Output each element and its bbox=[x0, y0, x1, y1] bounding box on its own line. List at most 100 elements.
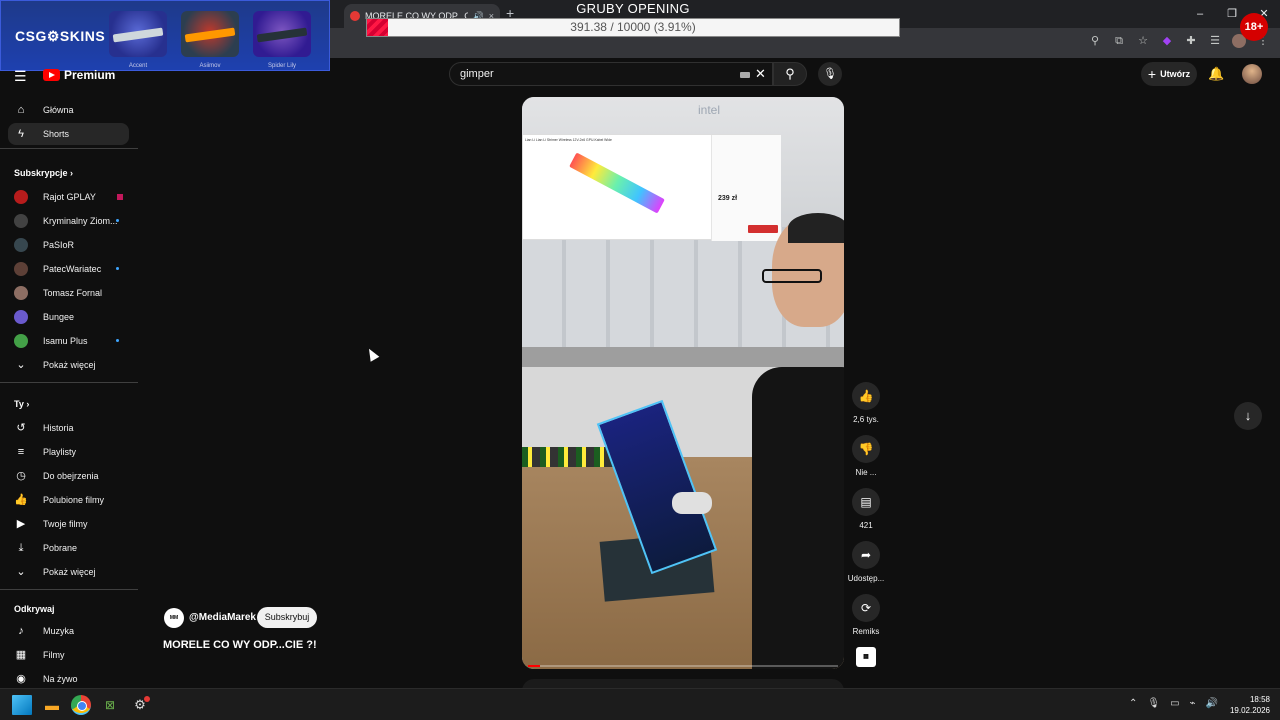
subscriptions-header[interactable]: Subskrypcje › bbox=[14, 168, 73, 178]
sidebar-item-subscription[interactable]: Isamu Plus bbox=[8, 330, 129, 352]
sidebar-item-watch-later[interactable]: ◷ Do obejrzenia bbox=[8, 465, 129, 487]
search-button[interactable]: ⚲ bbox=[773, 62, 807, 86]
clock-date: 19.02.2026 bbox=[1229, 706, 1270, 715]
sidebar-item-liked[interactable]: 👍 Polubione filmy bbox=[8, 489, 129, 511]
reading-list-icon[interactable]: ☰ bbox=[1208, 34, 1222, 48]
sidebar-item-live[interactable]: ◉ Na żywo bbox=[8, 668, 129, 690]
sidebar-item-subscription[interactable]: PatecWariatec bbox=[8, 258, 129, 280]
youtube-logo[interactable]: Premium bbox=[43, 68, 115, 82]
voice-search-button[interactable]: 🎙 bbox=[818, 62, 842, 86]
mic-icon[interactable]: 🎙 bbox=[1147, 698, 1160, 709]
chevron-down-icon: ⌄ bbox=[16, 359, 26, 371]
new-content-dot bbox=[116, 219, 119, 222]
share-arrow-icon: ➦ bbox=[852, 541, 880, 569]
channel-avatar[interactable]: MM bbox=[164, 608, 184, 628]
sidebar-item-downloads[interactable]: ⤓ Pobrane bbox=[8, 537, 129, 559]
puzzle-icon[interactable]: ✚ bbox=[1184, 34, 1198, 48]
extension-icon[interactable]: ◆ bbox=[1160, 34, 1174, 48]
sidebar-item-your-videos[interactable]: ▶ Twoje filmy bbox=[8, 513, 129, 535]
sidebar-show-more[interactable]: ⌄ Pokaż więcej bbox=[8, 354, 129, 376]
short-title[interactable]: MORELE CO WY ODP...CIE ?! bbox=[163, 639, 317, 651]
search-bar[interactable]: gimper ✕ bbox=[449, 62, 773, 86]
sidebar-item-label: Historia bbox=[43, 423, 74, 433]
windows-start-icon[interactable] bbox=[12, 695, 32, 715]
sidebar-item-subscription[interactable]: PaSIoR bbox=[8, 234, 129, 256]
create-button[interactable]: + Utwórz bbox=[1141, 62, 1197, 86]
next-short-button[interactable]: ↓ bbox=[1234, 402, 1262, 430]
sidebar-item-home[interactable]: ⌂ Główna bbox=[8, 99, 129, 121]
sidebar-item-history[interactable]: ↺ Historia bbox=[8, 417, 129, 439]
sidebar-item-label: Na żywo bbox=[43, 674, 78, 684]
video-progress-bar[interactable] bbox=[528, 665, 838, 667]
explore-header: Odkrywaj bbox=[14, 604, 55, 614]
sidebar-item-label: Pobrane bbox=[43, 543, 78, 553]
channel-name[interactable]: @MediaMarek bbox=[189, 612, 256, 623]
network-icon[interactable]: ⌁ bbox=[1190, 698, 1196, 709]
sidebar-item-label: Rajot GPLAY bbox=[43, 192, 96, 202]
sidebar-item-playlists[interactable]: ≡ Playlisty bbox=[8, 441, 129, 463]
new-content-dot bbox=[116, 267, 119, 270]
music-icon: ♪ bbox=[18, 625, 24, 637]
sidebar-item-movies[interactable]: ▦ Filmy bbox=[8, 644, 129, 666]
product-screenshot-overlay: Lian Li Lian Li Strimer Wireless 12V-2x6… bbox=[522, 134, 781, 241]
notification-dot bbox=[144, 696, 150, 702]
live-icon: ◉ bbox=[16, 673, 26, 685]
youtube-favicon-icon bbox=[350, 11, 360, 21]
sidebar-item-music[interactable]: ♪ Muzyka bbox=[8, 620, 129, 642]
sidebar-item-subscription[interactable]: Rajot GPLAY bbox=[8, 186, 129, 208]
search-input[interactable]: gimper bbox=[460, 68, 494, 80]
search-icon: ⚲ bbox=[785, 66, 795, 81]
sidebar-item-label: Twoje filmy bbox=[43, 519, 88, 529]
sidebar-item-label: Filmy bbox=[43, 650, 65, 660]
sidebar-item-label: PatecWariatec bbox=[43, 264, 102, 274]
remix-label: Remiks bbox=[852, 627, 880, 636]
file-explorer-icon[interactable]: ▬ bbox=[42, 695, 62, 715]
shorts-video-player[interactable]: intel Lian Li Lian Li Strimer Wireless 1… bbox=[522, 97, 844, 669]
chrome-icon[interactable] bbox=[71, 695, 91, 715]
thumbs-up-icon: 👍 bbox=[852, 382, 880, 410]
comment-count: 421 bbox=[859, 521, 873, 530]
sidebar-show-more[interactable]: ⌄ Pokaż więcej bbox=[8, 561, 129, 583]
volume-icon[interactable]: 🔊 bbox=[1206, 698, 1218, 709]
clear-search-icon[interactable]: ✕ bbox=[755, 66, 766, 82]
divider bbox=[0, 589, 138, 590]
account-avatar[interactable] bbox=[1242, 64, 1262, 84]
channel-sound-thumbnail[interactable]: ▦ bbox=[856, 647, 876, 667]
chevron-down-icon: ⌄ bbox=[16, 566, 26, 578]
sidebar-item-shorts[interactable]: ϟ Shorts bbox=[8, 123, 129, 145]
comment-icon: ▤ bbox=[852, 488, 880, 516]
xbox-icon[interactable]: ⊠ bbox=[100, 695, 120, 715]
subscribe-button[interactable]: Subskrybuj bbox=[257, 607, 317, 628]
arrow-down-icon: ↓ bbox=[1244, 408, 1252, 423]
zoom-icon[interactable]: ⚲ bbox=[1088, 34, 1102, 48]
hamburger-menu-icon[interactable]: ☰ bbox=[14, 68, 27, 85]
remix-button[interactable]: ⟳ Remiks bbox=[841, 594, 891, 636]
sidebar-item-label: Playlisty bbox=[43, 447, 77, 457]
sidebar-item-subscription[interactable]: Bungee bbox=[8, 306, 129, 328]
sidebar-item-label: Tomasz Fornal bbox=[43, 288, 103, 298]
bookmark-star-icon[interactable]: ☆ bbox=[1136, 34, 1150, 48]
notifications-bell-icon[interactable]: 🔔 bbox=[1208, 66, 1224, 82]
comments-button[interactable]: ▤ 421 bbox=[841, 488, 891, 530]
your-videos-icon: ▶ bbox=[16, 518, 26, 530]
display-icon[interactable]: ▭ bbox=[1170, 698, 1179, 709]
sidebar-item-label: Isamu Plus bbox=[43, 336, 88, 346]
minimize-button[interactable]: – bbox=[1184, 0, 1216, 28]
dislike-button[interactable]: 👎 Nie ... bbox=[841, 435, 891, 477]
skin-card: Spider Lily bbox=[247, 5, 317, 69]
you-header[interactable]: Ty › bbox=[14, 399, 29, 409]
like-button[interactable]: 👍 2,6 tys. bbox=[841, 382, 891, 424]
share-button[interactable]: ➦ Udostęp... bbox=[841, 541, 891, 583]
like-count: 2,6 tys. bbox=[853, 415, 879, 424]
sidebar-item-subscription[interactable]: Kryminalny Ziom... bbox=[8, 210, 129, 232]
chevron-up-icon[interactable]: ⌃ bbox=[1129, 698, 1137, 709]
sidebar-item-subscription[interactable]: Tomasz Fornal bbox=[8, 282, 129, 304]
keyboard-icon[interactable] bbox=[740, 72, 750, 78]
plus-icon: + bbox=[1147, 66, 1157, 82]
install-icon[interactable]: ⧉ bbox=[1112, 34, 1126, 48]
dislike-label: Nie ... bbox=[855, 468, 877, 477]
taskbar-clock[interactable]: 18:58 19.02.2026 bbox=[1230, 694, 1270, 716]
sidebar-item-label: Muzyka bbox=[43, 626, 75, 636]
csgoskins-logo: CSG⚙SKINS bbox=[15, 28, 106, 44]
sidebar-item-label: Pokaż więcej bbox=[43, 360, 96, 370]
